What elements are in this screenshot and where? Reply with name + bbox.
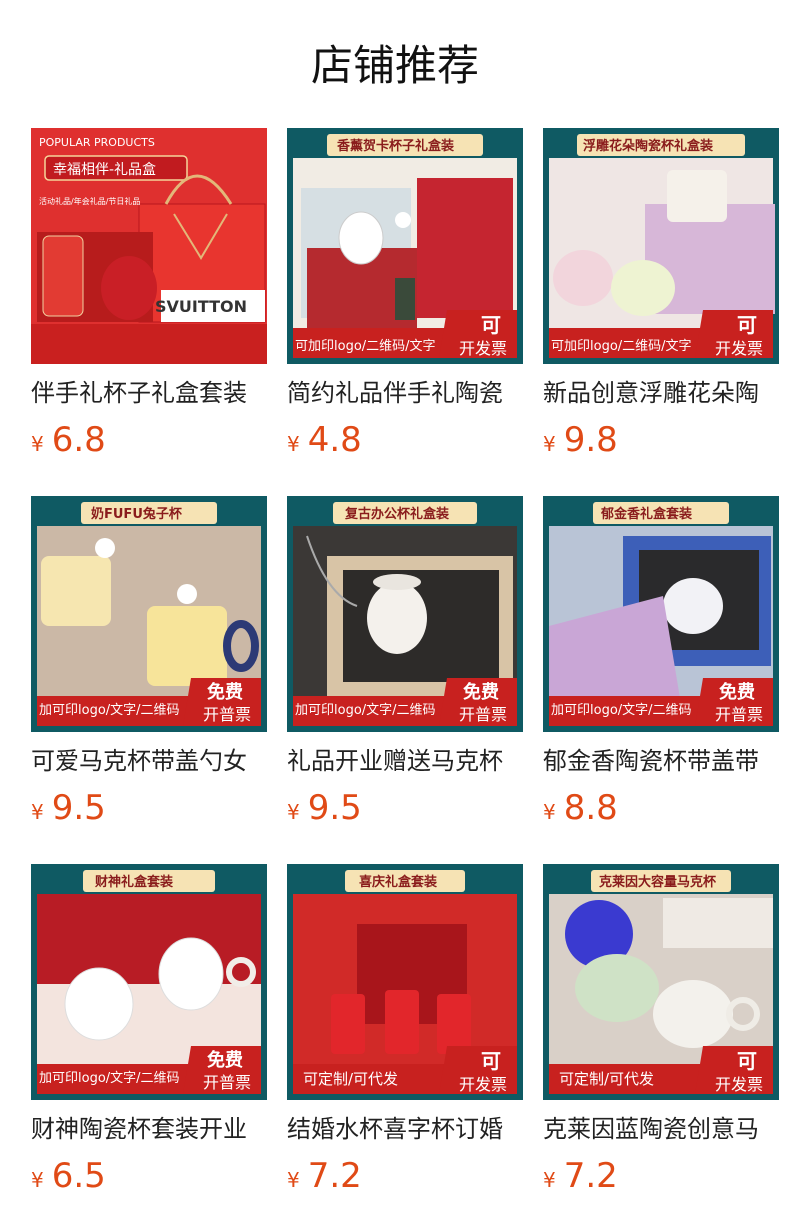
product-badge-header: 喜庆礼盒套装: [359, 874, 437, 890]
product-badge-stamp-top: 可: [737, 1049, 757, 1073]
product-badge-stamp-top: 免费: [207, 1049, 243, 1071]
product-badge-stamp-top: 可: [737, 313, 757, 337]
product-badge-bar: 加可印logo/文字/二维码: [39, 1071, 180, 1086]
product-image[interactable]: 克莱因大容量马克杯 可定制/可代发 可 开发票: [543, 864, 779, 1100]
price-amount: 9.5: [51, 788, 106, 828]
product-grid: POPULAR PRODUCTS 幸福相伴-礼品盒 活动礼品/年会礼品/节日礼品…: [0, 0, 790, 1232]
product-badge-bar: 可加印logo/二维码/文字: [551, 339, 692, 354]
price-amount: 7.2: [307, 1156, 362, 1196]
product-title[interactable]: 克莱因蓝陶瓷创意马: [543, 1112, 779, 1146]
product-badge-sub: 活动礼品/年会礼品/节日礼品: [39, 196, 140, 206]
product-badge-bar: 可加印logo/二维码/文字: [295, 339, 436, 354]
product-badge-header: 浮雕花朵陶瓷杯礼盒装: [583, 138, 713, 154]
product-title[interactable]: 新品创意浮雕花朵陶: [543, 376, 779, 410]
product-title[interactable]: 礼品开业赠送马克杯: [287, 744, 523, 778]
currency-symbol: ¥: [543, 432, 556, 456]
product-price: ¥4.8: [287, 418, 523, 462]
product-image[interactable]: 喜庆礼盒套装 可定制/可代发 可 开发票: [287, 864, 523, 1100]
product-badge-stamp-bottom: 开发票: [715, 1075, 763, 1094]
product-badge-header: 奶FUFU兔子杯: [90, 506, 183, 522]
product-badge-stamp-top: 免费: [719, 681, 755, 703]
product-title[interactable]: 可爱马克杯带盖勺女: [31, 744, 267, 778]
product-price: ¥9.5: [31, 786, 267, 830]
product-card[interactable]: POPULAR PRODUCTS 幸福相伴-礼品盒 活动礼品/年会礼品/节日礼品…: [31, 128, 267, 460]
product-badge-stamp-top: 可: [481, 1049, 501, 1073]
product-badge-stamp-bottom: 开普票: [203, 705, 251, 724]
price-amount: 6.5: [51, 1156, 106, 1196]
product-image[interactable]: 浮雕花朵陶瓷杯礼盒装 可加印logo/二维码/文字 可 开发票: [543, 128, 779, 364]
product-badge-header: POPULAR PRODUCTS: [39, 136, 155, 149]
currency-symbol: ¥: [31, 432, 44, 456]
product-price: ¥7.2: [287, 1154, 523, 1198]
product-badge-header: 复古办公杯礼盒装: [344, 506, 449, 522]
product-card[interactable]: 复古办公杯礼盒装 加可印logo/文字/二维码 免费 开普票 礼品开业赠送马克杯…: [287, 496, 523, 828]
product-badge-stamp-bottom: 开普票: [203, 1073, 251, 1092]
product-box-text: SVUITTON: [155, 297, 247, 316]
currency-symbol: ¥: [31, 800, 44, 824]
product-badge-stamp-bottom: 开发票: [459, 1075, 507, 1094]
price-amount: 8.8: [563, 788, 618, 828]
price-amount: 9.5: [307, 788, 362, 828]
price-amount: 9.8: [563, 420, 618, 460]
product-image[interactable]: 郁金香礼盒套装 加可印logo/文字/二维码 免费 开普票: [543, 496, 779, 732]
product-card[interactable]: 喜庆礼盒套装 可定制/可代发 可 开发票 结婚水杯喜字杯订婚 ¥7.2: [287, 864, 523, 1196]
product-badge-stamp-top: 免费: [207, 681, 243, 703]
product-price: ¥9.8: [543, 418, 779, 462]
product-image[interactable]: 复古办公杯礼盒装 加可印logo/文字/二维码 免费 开普票: [287, 496, 523, 732]
product-title[interactable]: 结婚水杯喜字杯订婚: [287, 1112, 523, 1146]
product-card[interactable]: 克莱因大容量马克杯 可定制/可代发 可 开发票 克莱因蓝陶瓷创意马 ¥7.2: [543, 864, 779, 1196]
product-price: ¥7.2: [543, 1154, 779, 1198]
product-title[interactable]: 伴手礼杯子礼盒套装: [31, 376, 267, 410]
product-badge-header: 财神礼盒套装: [95, 874, 173, 890]
product-badge-header: 郁金香礼盒套装: [600, 506, 692, 522]
product-image[interactable]: POPULAR PRODUCTS 幸福相伴-礼品盒 活动礼品/年会礼品/节日礼品…: [31, 128, 267, 364]
product-badge-stamp-bottom: 开发票: [459, 339, 507, 358]
product-price: ¥8.8: [543, 786, 779, 830]
currency-symbol: ¥: [287, 800, 300, 824]
product-badge-bar: 加可印logo/文字/二维码: [39, 703, 180, 718]
price-amount: 7.2: [563, 1156, 618, 1196]
product-badge-stamp-bottom: 开普票: [715, 705, 763, 724]
currency-symbol: ¥: [287, 1168, 300, 1192]
product-card[interactable]: 香薰贺卡杯子礼盒装 可加印logo/二维码/文字 可 开发票 简约礼品伴手礼陶瓷…: [287, 128, 523, 460]
product-badge-stamp-bottom: 开发票: [715, 339, 763, 358]
currency-symbol: ¥: [543, 800, 556, 824]
product-badge-stamp-top: 免费: [463, 681, 499, 703]
product-image[interactable]: 财神礼盒套装 加可印logo/文字/二维码 免费 开普票: [31, 864, 267, 1100]
product-badge-header: 克莱因大容量马克杯: [599, 874, 717, 890]
product-price: ¥9.5: [287, 786, 523, 830]
product-title[interactable]: 财神陶瓷杯套装开业: [31, 1112, 267, 1146]
product-card[interactable]: 郁金香礼盒套装 加可印logo/文字/二维码 免费 开普票 郁金香陶瓷杯带盖带 …: [543, 496, 779, 828]
product-price: ¥6.8: [31, 418, 267, 462]
product-price: ¥6.5: [31, 1154, 267, 1198]
currency-symbol: ¥: [31, 1168, 44, 1192]
price-amount: 6.8: [51, 420, 106, 460]
product-badge-stamp-bottom: 开普票: [459, 705, 507, 724]
product-card[interactable]: 财神礼盒套装 加可印logo/文字/二维码 免费 开普票 财神陶瓷杯套装开业 ¥…: [31, 864, 267, 1196]
product-card[interactable]: 浮雕花朵陶瓷杯礼盒装 可加印logo/二维码/文字 可 开发票 新品创意浮雕花朵…: [543, 128, 779, 460]
currency-symbol: ¥: [287, 432, 300, 456]
product-badge-bar: 可定制/可代发: [303, 1070, 398, 1088]
product-title[interactable]: 郁金香陶瓷杯带盖带: [543, 744, 779, 778]
product-title[interactable]: 简约礼品伴手礼陶瓷: [287, 376, 523, 410]
product-badge-ribbon: 幸福相伴-礼品盒: [53, 161, 156, 178]
currency-symbol: ¥: [543, 1168, 556, 1192]
product-badge-bar: 加可印logo/文字/二维码: [295, 703, 436, 718]
product-image[interactable]: 香薰贺卡杯子礼盒装 可加印logo/二维码/文字 可 开发票: [287, 128, 523, 364]
price-amount: 4.8: [307, 420, 362, 460]
product-badge-bar: 加可印logo/文字/二维码: [551, 703, 692, 718]
product-image[interactable]: 奶FUFU兔子杯 加可印logo/文字/二维码 免费 开普票: [31, 496, 267, 732]
product-badge-bar: 可定制/可代发: [559, 1070, 654, 1088]
product-badge-stamp-top: 可: [481, 313, 501, 337]
product-card[interactable]: 奶FUFU兔子杯 加可印logo/文字/二维码 免费 开普票 可爱马克杯带盖勺女…: [31, 496, 267, 828]
product-badge-header: 香薰贺卡杯子礼盒装: [336, 138, 454, 154]
